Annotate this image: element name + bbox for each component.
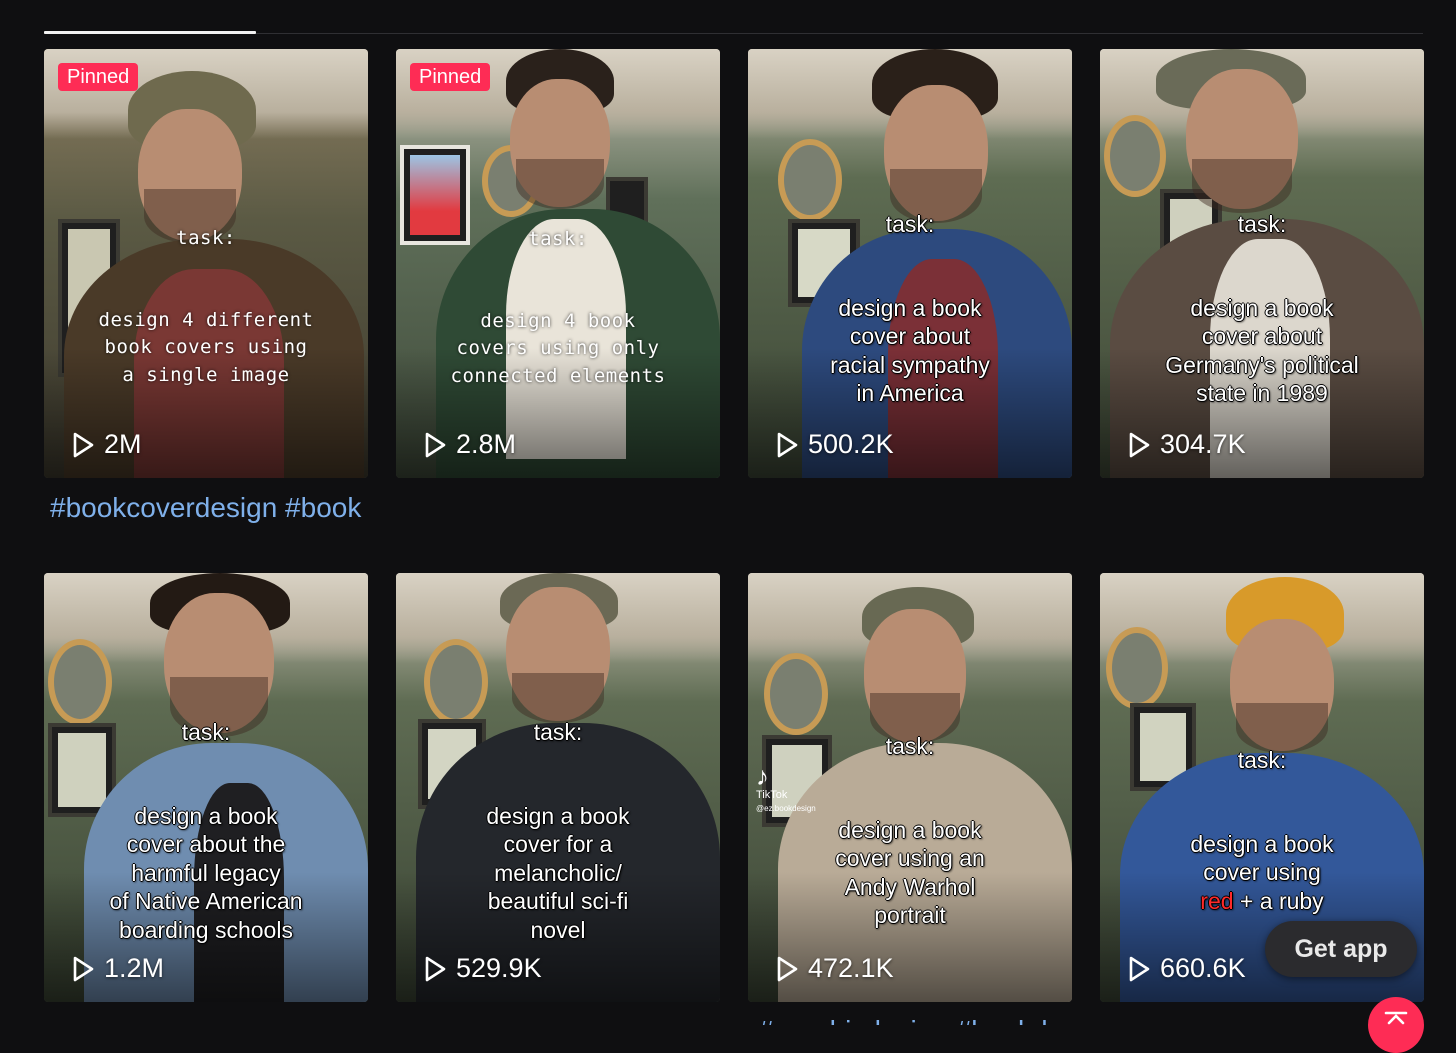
view-count-value: 660.6K (1160, 953, 1246, 983)
video-card[interactable]: task: design a book cover for a melancho… (396, 573, 720, 1002)
video-card[interactable]: ♪ TikTok @ez.bookdesign task: design a b… (748, 573, 1072, 1002)
caption-task: task: (181, 718, 231, 745)
caption-task: task: (176, 226, 236, 249)
video-caption: task: design 4 different book covers usi… (44, 197, 368, 389)
scroll-to-top-button[interactable] (1368, 997, 1424, 1053)
arrow-up-icon (1384, 1011, 1408, 1025)
play-icon (73, 432, 94, 457)
view-count: 660.6K (1128, 953, 1246, 984)
video-caption: task: design 4 book covers using only co… (396, 198, 720, 390)
play-icon (425, 956, 446, 981)
video-caption: task: design a book cover using red + a … (1100, 717, 1424, 915)
view-count: 1.2M (72, 953, 164, 984)
video-card[interactable]: Pinned task: design 4 different book cov… (44, 49, 368, 478)
caption-task: task: (533, 718, 583, 745)
play-icon (1129, 956, 1150, 981)
video-card[interactable]: task: design a book cover about the harm… (44, 573, 368, 1002)
caption-text: design a book cover about the harmful le… (109, 802, 303, 943)
play-icon (777, 956, 798, 981)
view-count: 304.7K (1128, 429, 1246, 460)
caption-text: design a book cover using (1190, 830, 1334, 886)
caption-task: task: (885, 732, 935, 759)
caption-text-red: red (1200, 887, 1234, 914)
pinned-badge: Pinned (410, 63, 491, 91)
caption-task: task: (528, 227, 588, 250)
video-card[interactable]: task: design a book cover about Germany'… (1100, 49, 1424, 478)
pinned-badge: Pinned (58, 63, 139, 91)
view-count: 500.2K (776, 429, 894, 460)
view-count-value: 304.7K (1160, 429, 1246, 459)
get-app-button[interactable]: Get app (1265, 921, 1417, 977)
caption-task: task: (885, 210, 935, 237)
caption-text: design 4 different book covers using a s… (98, 308, 314, 386)
view-count: 2M (72, 429, 142, 460)
caption-task: task: (1237, 210, 1287, 237)
video-caption: task: design a book cover using an Andy … (748, 703, 1072, 930)
view-count-value: 472.1K (808, 953, 894, 983)
video-caption: task: design a book cover about racial s… (748, 181, 1072, 408)
view-count-value: 2.8M (456, 429, 517, 459)
play-icon (777, 432, 798, 457)
caption-text: design a book cover using an Andy Warhol… (835, 816, 985, 929)
view-count: 2.8M (424, 429, 516, 460)
video-card[interactable]: task: design a book cover about racial s… (748, 49, 1072, 478)
caption-text: design a book cover about Germany's poli… (1165, 294, 1359, 407)
caption-text: design a book cover for a melancholic/ b… (486, 802, 630, 943)
view-count: 529.9K (424, 953, 542, 984)
caption-task: task: (1237, 746, 1287, 773)
caption-text: design a book cover about racial sympath… (830, 294, 990, 407)
play-icon (425, 432, 446, 457)
view-count-value: 1.2M (104, 953, 165, 983)
caption-text: design 4 book covers using only connecte… (450, 309, 666, 387)
play-icon (73, 956, 94, 981)
tab-active-indicator[interactable] (44, 31, 256, 34)
video-card[interactable]: Pinned task: design 4 book covers using … (396, 49, 720, 478)
video-description[interactable]: #graphicdesign #bookdesign (758, 1015, 1058, 1025)
video-caption: task: design a book cover about the harm… (44, 689, 368, 944)
video-caption: task: design a book cover about Germany'… (1100, 181, 1424, 408)
play-icon (1129, 432, 1150, 457)
view-count-value: 500.2K (808, 429, 894, 459)
video-caption: task: design a book cover for a melancho… (396, 689, 720, 944)
view-count: 472.1K (776, 953, 894, 984)
view-count-value: 2M (104, 429, 142, 459)
caption-text-post: + a ruby (1233, 887, 1324, 914)
video-description[interactable]: #bookcoverdesign #bookcoverdesign (50, 492, 362, 524)
view-count-value: 529.9K (456, 953, 542, 983)
